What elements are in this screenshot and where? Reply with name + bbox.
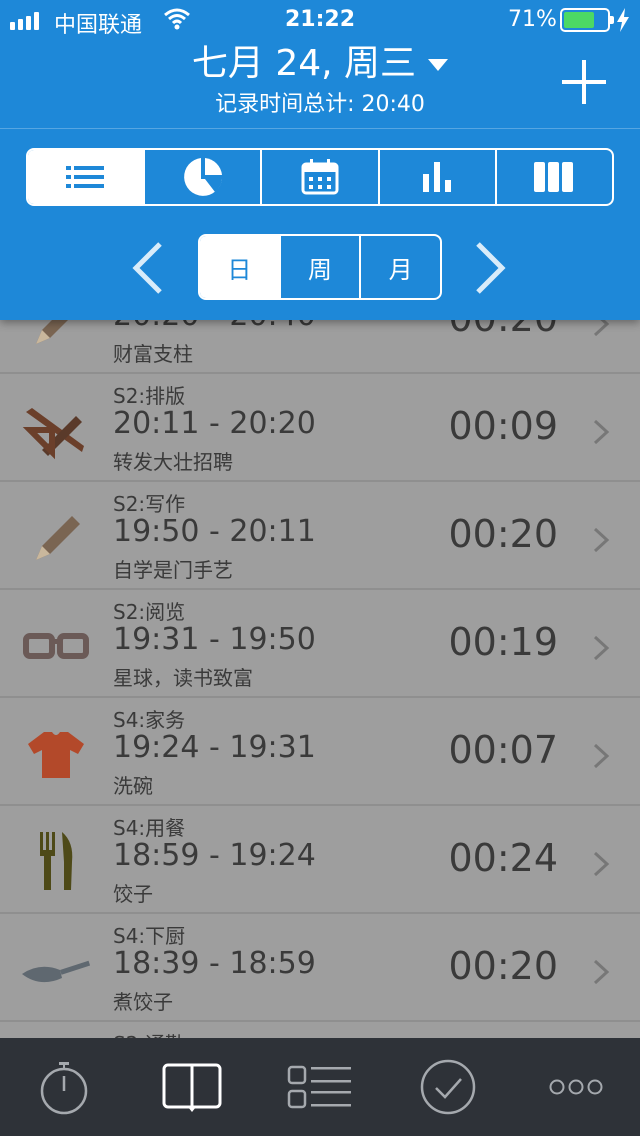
date-title: 七月 24, 周三 [191,43,417,84]
entry-time-range: 20:11 - 20:20 [113,406,316,441]
entry-duration: 00:19 [448,620,558,664]
entry-time-range: 19:24 - 19:31 [113,730,316,765]
header-divider [0,128,640,129]
entry-category: S4:下厨 [113,924,186,948]
entry-duration: 00:20 [448,512,558,556]
stopwatch-icon [40,1062,88,1115]
tab-more[interactable] [512,1038,640,1136]
entry-category: S2:写作 [113,492,186,516]
book-icon [162,1063,222,1112]
entry-time-range: 18:39 - 18:59 [113,946,316,981]
pencil-icon [36,516,80,560]
check-clock-icon [420,1059,476,1115]
tab-pie-view[interactable] [145,150,263,204]
tab-categories[interactable] [256,1038,384,1136]
entry-note: 洗碗 [113,774,153,798]
checklist-icon [287,1065,351,1109]
battery-percent: 71% [508,7,557,32]
charging-icon [617,8,629,32]
tab-bar [0,1038,640,1136]
entry-note: 煮饺子 [113,990,173,1014]
battery-icon [560,8,614,32]
entry-time-range: 18:59 - 19:24 [113,838,316,873]
chevron-left-icon[interactable] [128,240,168,296]
plus-icon[interactable] [558,56,610,108]
glasses-icon [23,633,89,659]
header: 中国联通 21:22 71% 七月 24, 周三 记录时间总计: 20:40 日… [0,0,640,320]
entry-note: 财富支柱 [113,342,193,366]
list-item[interactable]: S4:用餐 18:59 - 19:24 饺子 00:24 [0,806,640,914]
entry-duration: 00:07 [448,728,558,772]
period-switcher: 日 周 月 [198,234,442,300]
tab-goals[interactable] [384,1038,512,1136]
columns-icon [534,162,574,192]
list-item[interactable]: S4:下厨 18:39 - 18:59 煮饺子 00:20 [0,914,640,1022]
frying-pan-icon [22,960,91,983]
tab-bar-view[interactable] [380,150,497,204]
entry-category: S4:家务 [113,708,186,732]
tab-list-view[interactable] [28,150,146,204]
chevron-down-icon [428,59,449,71]
chevron-right-icon [593,527,610,553]
tab-calendar-view[interactable] [262,150,380,204]
entry-category: S2:阅览 [113,600,186,624]
list-item[interactable]: S2:阅览 19:31 - 19:50 星球，读书致富 00:19 [0,590,640,698]
total-time-label: 记录时间总计: 20:40 [215,92,425,117]
entry-duration: 00:24 [448,836,558,880]
chevron-right-icon [593,635,610,661]
entry-note: 转发大壮招聘 [113,450,233,474]
chevron-right-icon [593,419,610,445]
entry-duration: 00:09 [448,404,558,448]
period-row: 日 周 月 [0,232,640,302]
chevron-right-icon [593,743,610,769]
entry-time-range: 19:31 - 19:50 [113,622,316,657]
tab-timer[interactable] [0,1038,128,1136]
more-icon [549,1079,603,1095]
time-entry-list: 20:20 - 20:40 财富支柱 00:20 S2:排版 20:11 - 2… [0,266,640,1038]
tab-log[interactable] [128,1038,256,1136]
chevron-right-icon [593,959,610,985]
entry-note: 饺子 [113,882,153,906]
tab-day[interactable]: 日 [200,236,281,298]
ruler-triangle-icon [22,408,84,460]
pie-chart-icon [183,158,222,196]
fork-knife-icon [40,832,73,890]
list-item[interactable]: S2:通勤 [0,1022,640,1038]
list-item[interactable]: S2:排版 20:11 - 20:20 转发大壮招聘 00:09 [0,374,640,482]
entry-time-range: 19:50 - 20:11 [113,514,316,549]
date-picker[interactable]: 七月 24, 周三 [0,34,640,86]
chevron-right-icon[interactable] [470,240,510,296]
chevron-right-icon [593,851,610,877]
list-item[interactable]: S4:家务 19:24 - 19:31 洗碗 00:07 [0,698,640,806]
list-icon [65,166,104,188]
view-switcher [26,148,614,206]
entry-note: 自学是门手艺 [113,558,233,582]
entry-category: S2:排版 [113,384,186,408]
entry-note: 星球，读书致富 [113,666,253,690]
tshirt-icon [28,732,84,778]
entry-category: S2:通勤 [113,1028,185,1038]
calendar-icon [301,159,339,195]
tab-columns-view[interactable] [497,150,612,204]
tab-month[interactable]: 月 [361,236,440,298]
entry-duration: 00:20 [448,944,558,988]
bar-chart-icon [423,162,452,192]
tab-week[interactable]: 周 [281,236,362,298]
entry-category: S4:用餐 [113,816,186,840]
list-item[interactable]: S2:写作 19:50 - 20:11 自学是门手艺 00:20 [0,482,640,590]
